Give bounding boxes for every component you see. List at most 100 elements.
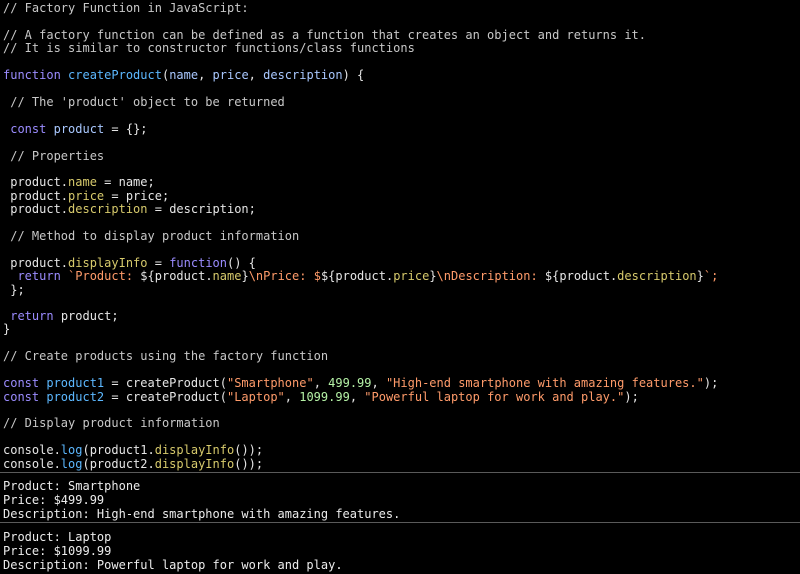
code-line-product2: const product2 = createProduct("Laptop",… [3,390,639,404]
product1-end: ); [703,376,719,390]
assign-description-property: description [68,202,148,216]
product2-call: = createProduct( [104,390,227,404]
product2-end: ); [624,390,639,404]
method-close: }; [10,283,25,297]
log2-method: log [60,457,83,471]
return-product-value: product; [53,309,119,323]
console-output-2: Product: Laptop Price: $1099.99 Descript… [0,522,800,574]
log1-display-info: displayInfo [154,443,235,457]
param-description: description [263,68,343,82]
console-output-1: Product: Smartphone Price: $499.99 Descr… [0,472,800,523]
template-part-5: \nPrice: $ [248,269,321,283]
const-keyword: const [10,122,47,136]
product-initializer: = {}; [104,122,148,136]
template-part-12: } [696,269,704,283]
template-part-4: } [241,269,249,283]
product1-const: const [3,376,40,390]
product1-description-string: "High-end smartphone with amazing featur… [385,376,704,390]
code-line-function-end: } [3,322,10,336]
product-variable: product [53,122,105,136]
method-property: displayInfo [68,256,148,270]
code-line-const-product: const product = {}; [3,122,148,136]
display-comment: // Display product information [3,416,220,430]
code-line-create-comment: // Create products using the factory fun… [3,349,328,363]
method-function-keyword: function [169,256,227,270]
assign-description-object: product. [10,202,69,216]
code-line-3: // A factory function can be defined as … [3,28,646,42]
code-line-display-comment: // Display product information [3,416,220,430]
code-line-return-template: return `Product: ${product.name}\nPrice:… [3,269,718,283]
code-line-log2: console.log(product2.displayInfo()); [3,457,263,471]
product2-name-string: "Laptop" [226,390,285,404]
code-editor[interactable]: // Factory Function in JavaScript: // A … [0,0,800,472]
template-part-8: } [429,269,437,283]
console-output-1-line-1: Product: Smartphone [3,479,141,493]
create-products-comment: // Create products using the factory fun… [3,349,329,363]
product2-variable: product2 [46,390,105,404]
param-separator-2: , [248,68,264,82]
console-output-1-line-2: Price: $499.99 [3,493,105,507]
return-product-keyword: return [10,309,54,323]
function-name: createProduct [68,68,162,82]
console-output-2-line-1: Product: Laptop [3,530,112,544]
product2-description-string: "Powerful laptop for work and play." [364,390,625,404]
product1-separator-2: , [371,376,386,390]
template-part-6: ${product. [320,269,394,283]
assign-price-value: = price; [104,189,170,203]
product1-price-number: 499.99 [328,376,372,390]
log1-end: ()); [234,443,264,457]
code-line-assign-name: product.name = name; [3,175,155,189]
assign-name-value: = name; [96,175,155,189]
log1-console: console. [3,443,61,457]
code-line-function-signature: function createProduct(name, price, desc… [3,68,364,82]
code-line-properties-comment: // Properties [3,149,104,163]
method-equals: = [147,256,170,270]
code-line-4: // It is similar to constructor function… [3,41,415,55]
console-output-2-line-3: Description: Powerful laptop for work an… [3,558,343,572]
product1-separator-1: , [313,376,329,390]
template-part-1: `Product: [60,269,141,283]
product-object-comment: // The 'product' object to be returned [10,95,285,109]
assign-name-property: name [68,175,97,189]
log1-argument: (product1. [82,443,155,457]
assign-name-object: product. [10,175,69,189]
param-price: price [212,68,249,82]
code-line-product-comment: // The 'product' object to be returned [3,95,285,109]
product2-const: const [3,390,40,404]
log2-display-info: displayInfo [154,457,235,471]
code-line-return-product: return product; [3,309,119,323]
log2-console: console. [3,457,61,471]
method-object: product. [10,256,69,270]
function-close-brace: } [3,322,11,336]
description-comment-2: // It is similar to constructor function… [3,41,415,55]
method-comment: // Method to display product information [10,229,300,243]
product1-variable: product1 [46,376,105,390]
param-name: name [169,68,199,82]
code-line-method-comment: // Method to display product information [3,229,299,243]
code-line-method-def: product.displayInfo = function() { [3,256,256,270]
code-line-method-close: }; [3,283,25,297]
description-comment-1: // A factory function can be defined as … [3,28,646,42]
product2-price-number: 1099.99 [299,390,350,404]
template-part-9: \nDescription: [436,269,545,283]
code-line-assign-description: product.description = description; [3,202,256,216]
product1-call: = createProduct( [104,376,227,390]
template-part-11: description [617,269,697,283]
function-keyword: function [3,68,61,82]
header-comment: // Factory Function in JavaScript: [3,1,249,15]
code-line-1: // Factory Function in JavaScript: [3,1,249,15]
properties-comment: // Properties [10,149,105,163]
assign-price-object: product. [10,189,69,203]
console-output-2-line-2: Price: $1099.99 [3,544,112,558]
product1-name-string: "Smartphone" [226,376,314,390]
product2-separator-1: , [284,390,300,404]
code-line-log1: console.log(product1.displayInfo()); [3,443,263,457]
console-output-1-line-3: Description: High-end smartphone with am… [3,507,401,521]
product2-separator-2: , [349,390,365,404]
param-separator-1: , [198,68,213,82]
assign-description-value: = description; [147,202,256,216]
log2-argument: (product2. [82,457,155,471]
return-keyword: return [17,269,61,283]
template-part-2: ${product. [140,269,213,283]
method-open: () { [227,256,256,270]
